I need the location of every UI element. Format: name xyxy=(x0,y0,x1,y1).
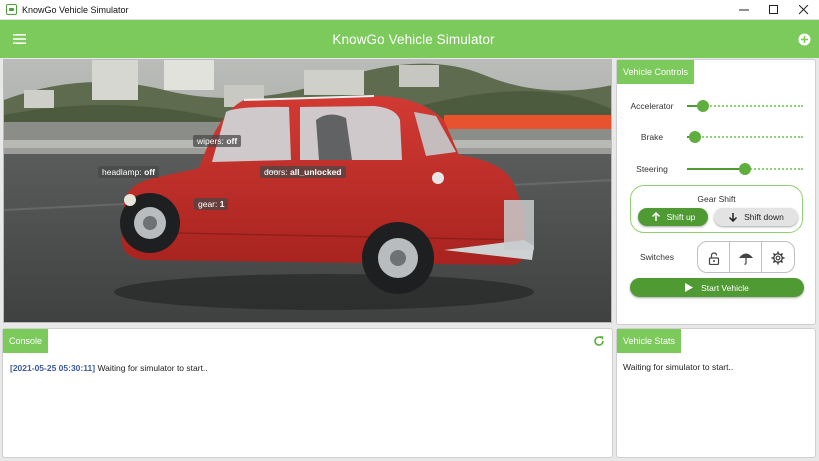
settings-switch[interactable] xyxy=(762,242,794,272)
vehicle-stats-panel: Vehicle Stats Waiting for simulator to s… xyxy=(616,328,816,458)
brake-control: Brake xyxy=(617,127,815,147)
hamburger-menu-icon xyxy=(12,34,26,44)
gear-shift-group: Gear Shift Shift up Shift down xyxy=(630,185,803,233)
menu-button[interactable] xyxy=(0,20,38,58)
vehicle-controls-title: Vehicle Controls xyxy=(617,60,695,84)
vehicle-stats-message: Waiting for simulator to start.. xyxy=(623,362,734,372)
close-icon xyxy=(799,4,809,14)
shift-down-label: Shift down xyxy=(744,212,784,222)
brake-slider-track xyxy=(687,136,803,138)
wipers-status-label: wipers: xyxy=(197,136,224,146)
umbrella-icon xyxy=(738,253,753,265)
wipers-switch[interactable] xyxy=(730,242,762,272)
accelerator-slider[interactable] xyxy=(687,100,803,112)
vehicle-stats-title: Vehicle Stats xyxy=(617,329,682,353)
accelerator-label: Accelerator xyxy=(630,101,674,111)
doors-status-tag: doors: all_unlocked xyxy=(260,166,346,178)
brake-label: Brake xyxy=(640,132,664,142)
play-icon xyxy=(685,283,694,292)
gear-status-value: 1 xyxy=(219,199,225,209)
app-logo-icon xyxy=(6,4,17,15)
headlamp-status-value: off xyxy=(144,167,155,177)
brake-slider-thumb[interactable] xyxy=(689,131,701,143)
accelerator-control: Accelerator xyxy=(617,96,815,116)
refresh-icon[interactable] xyxy=(593,335,605,347)
steering-label: Steering xyxy=(636,164,668,174)
console-log-line: [2021-05-25 05:30:11] Waiting for simula… xyxy=(10,363,208,373)
app-window: KnowGo Vehicle Simulator KnowGo Vehicle … xyxy=(0,0,819,461)
start-vehicle-button[interactable]: Start Vehicle xyxy=(630,278,804,297)
switches-label: Switches xyxy=(639,252,674,262)
lock-switch[interactable] xyxy=(698,242,730,272)
arrow-up-icon xyxy=(651,212,660,221)
steering-slider-fill xyxy=(687,168,745,170)
doors-status-label: doors: xyxy=(264,167,288,177)
gear-shift-title: Gear Shift xyxy=(697,194,736,204)
wipers-status-value: off xyxy=(226,136,238,146)
shift-up-label: Shift up xyxy=(666,212,696,222)
steering-slider-thumb[interactable] xyxy=(739,163,751,175)
steering-slider[interactable] xyxy=(687,163,803,175)
log-timestamp: [2021-05-25 05:30:11] xyxy=(10,363,96,373)
steering-control: Steering xyxy=(617,159,815,179)
doors-status-value: all_unlocked xyxy=(290,167,342,177)
shift-down-button[interactable]: Shift down xyxy=(714,208,798,226)
accelerator-slider-thumb[interactable] xyxy=(697,100,709,112)
wipers-status-tag: wipers: off xyxy=(193,135,242,147)
headlamp-status-tag: headlamp: off xyxy=(98,166,159,178)
gear-status-tag: gear: 1 xyxy=(194,198,229,210)
console-log: [2021-05-25 05:30:11] Waiting for simula… xyxy=(10,363,208,373)
switches-row: Switches xyxy=(617,241,815,273)
arrow-down-icon xyxy=(729,213,738,222)
vehicle-scene-view: wipers: off headlamp: off doors: all_unl… xyxy=(3,59,612,323)
log-message: Waiting for simulator to start.. xyxy=(97,363,208,373)
console-panel: Console [2021-05-25 05:30:11] Waiting fo… xyxy=(2,328,613,458)
add-button[interactable] xyxy=(789,20,819,58)
close-button[interactable] xyxy=(789,0,819,20)
window-title: KnowGo Vehicle Simulator xyxy=(22,4,129,15)
app-title: KnowGo Vehicle Simulator xyxy=(332,31,495,47)
vehicle-controls-panel: Vehicle Controls Accelerator Brake Steer… xyxy=(616,59,816,325)
maximize-icon xyxy=(769,4,778,14)
minimize-button[interactable] xyxy=(729,0,759,20)
app-header: KnowGo Vehicle Simulator xyxy=(0,20,819,58)
minimize-icon xyxy=(739,9,749,10)
lock-icon xyxy=(708,251,719,265)
window-titlebar: KnowGo Vehicle Simulator xyxy=(0,0,819,20)
gear-status-label: gear: xyxy=(198,199,218,209)
headlamp-status-label: headlamp: xyxy=(102,167,142,177)
maximize-button[interactable] xyxy=(759,0,789,20)
start-vehicle-label: Start Vehicle xyxy=(701,282,749,293)
switches-group xyxy=(697,241,795,273)
console-title: Console xyxy=(3,329,49,353)
shift-up-button[interactable]: Shift up xyxy=(638,208,708,226)
add-circle-icon xyxy=(798,33,810,45)
brake-slider[interactable] xyxy=(687,131,803,143)
gear-icon xyxy=(771,251,785,265)
vehicle-photo xyxy=(4,60,611,322)
